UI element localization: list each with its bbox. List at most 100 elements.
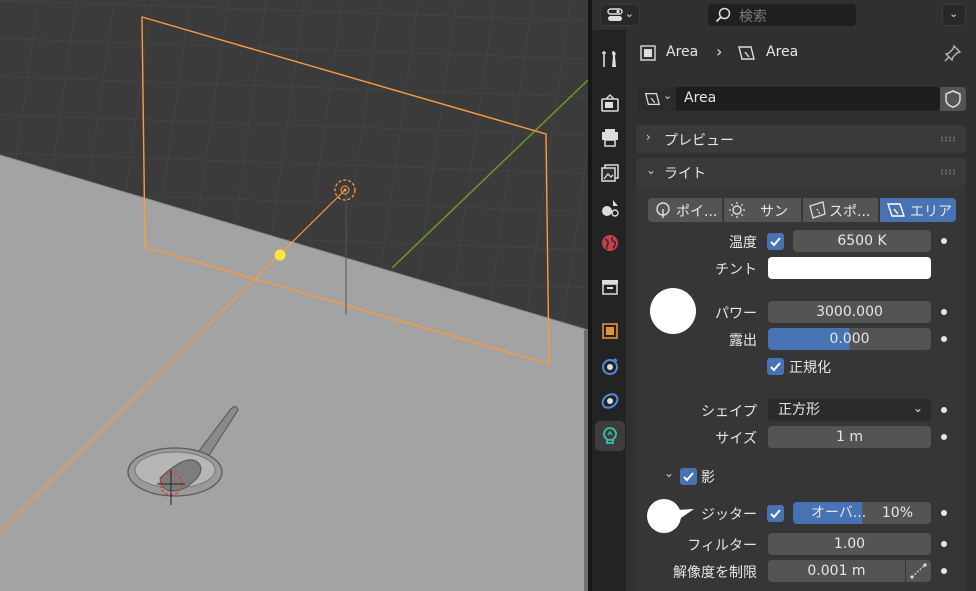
light-datablock-selector[interactable]: ⌄ Area [638,87,940,111]
temperature-label: 温度 [729,235,757,251]
area-light-icon [644,92,661,106]
pin-icon[interactable] [944,44,962,62]
resolution-limit-label: 解像度を制限 [673,565,757,581]
checkmark-icon [683,472,694,482]
temperature-field[interactable]: 6500 K [793,230,931,252]
breadcrumb-object: Area [666,44,699,60]
normalize-label: 正規化 [789,360,831,376]
power-label: パワー [715,306,757,322]
object-icon [640,45,656,61]
temperature-checkbox[interactable] [767,233,784,250]
checkmark-icon [770,237,781,247]
light-panel-header[interactable]: ⌄ ライト [636,158,966,186]
keyframe-dot-icon[interactable] [941,407,947,413]
sun-light-icon [729,202,745,218]
tab-output[interactable] [595,123,625,153]
shape-dropdown[interactable]: 正方形 ⌄ [768,399,931,421]
light-type-label: エリア [910,204,952,220]
power-field[interactable]: 3000.000 [768,301,931,323]
drag-handle-icon[interactable] [940,136,956,142]
light-type-sun-button[interactable]: サン [724,198,802,222]
keyframe-dot-icon[interactable] [941,568,947,574]
keyframe-dot-icon[interactable] [941,238,947,244]
area-light-icon [887,203,905,217]
keyframe-dot-icon[interactable] [941,541,947,547]
editor-type-dropdown[interactable]: ⌄ [600,4,640,26]
jitter-label: ジッター [701,507,757,523]
tint-label: チント [715,262,757,278]
chevron-down-icon: ⌄ [646,163,657,177]
overblur-label: オーバ... [811,505,867,521]
checkmark-icon [770,362,781,372]
tab-collection[interactable] [595,272,625,302]
tab-scene[interactable] [595,193,625,223]
chevron-down-icon: ⌄ [949,7,959,20]
scene-icon [602,200,619,217]
search-icon [715,7,731,23]
light-type-label: ポイ... [676,204,718,220]
light-type-selector: ポイ... サン スポ... エリア [648,198,956,222]
filter-label: フィルター [687,538,757,554]
resolution-limit-field[interactable]: 0.001 m [768,560,905,582]
tab-physics[interactable] [595,351,625,381]
search-field[interactable]: 検索 [708,4,856,26]
tint-color-swatch[interactable] [768,257,931,279]
shape-value: 正方形 [778,402,820,418]
keyframe-dot-icon[interactable] [941,510,947,516]
overblur-slider[interactable]: オーバ... 10% [793,502,931,524]
drag-handle-icon[interactable] [940,169,956,175]
world-icon [602,235,618,251]
fake-user-button[interactable] [940,87,966,111]
chevron-down-icon[interactable]: ⌄ [664,466,674,480]
eyedropper-button[interactable] [906,560,931,582]
light-type-label: サン [760,204,788,220]
chevron-down-icon: ⌄ [624,7,634,20]
preview-panel-title: プレビュー [664,133,734,149]
tab-tool[interactable] [595,44,625,74]
spot-light-icon [809,201,826,219]
keyframe-dot-icon[interactable] [941,434,947,440]
shield-icon [945,90,961,108]
properties-editor-icon [607,8,623,21]
exposure-label: 露出 [729,333,757,349]
tool-icon [602,51,616,67]
filter-field[interactable]: 1.00 [768,533,931,555]
shape-label: シェイプ [701,404,757,420]
shadow-checkbox[interactable] [680,468,697,485]
light-size-handle [274,249,286,261]
tab-view-layer[interactable] [595,158,625,188]
chevron-down-icon: ⌄ [912,401,923,415]
physics-icon [602,358,618,375]
tab-light-data[interactable] [595,421,625,451]
collection-icon [602,280,618,295]
3d-viewport[interactable] [0,0,588,591]
light-type-point-button[interactable]: ポイ... [648,198,723,222]
browse-light-button[interactable]: ⌄ [638,87,676,111]
shadow-subpanel-title: 影 [701,470,715,486]
tab-world[interactable] [595,228,625,258]
light-type-spot-button[interactable]: スポ... [803,198,879,222]
tab-object[interactable] [595,316,625,346]
jitter-checkbox[interactable] [767,505,784,522]
output-icon [602,129,618,147]
checkmark-icon [770,509,781,519]
size-label: サイズ [715,431,757,447]
render-icon [601,94,619,112]
options-dropdown[interactable]: ⌄ [942,4,966,26]
preview-panel-header[interactable]: › プレビュー [636,125,966,153]
light-datablock-name[interactable]: Area [684,90,716,106]
light-type-area-button[interactable]: エリア [880,198,956,222]
normalize-checkbox[interactable] [767,358,784,375]
tab-constraints[interactable] [595,386,625,416]
view-layer-icon [601,164,619,182]
breadcrumb-separator-icon: › [716,42,723,61]
tab-render[interactable] [595,88,625,118]
chevron-right-icon: › [646,130,651,144]
keyframe-dot-icon[interactable] [941,309,947,315]
keyframe-dot-icon[interactable] [941,336,947,342]
exposure-slider[interactable]: 0.000 [768,328,931,350]
viewport-scene[interactable] [0,0,588,591]
properties-header: ⌄ 検索 ⌄ [592,0,976,30]
measure-icon [910,563,927,579]
size-field[interactable]: 1 m [768,426,931,448]
